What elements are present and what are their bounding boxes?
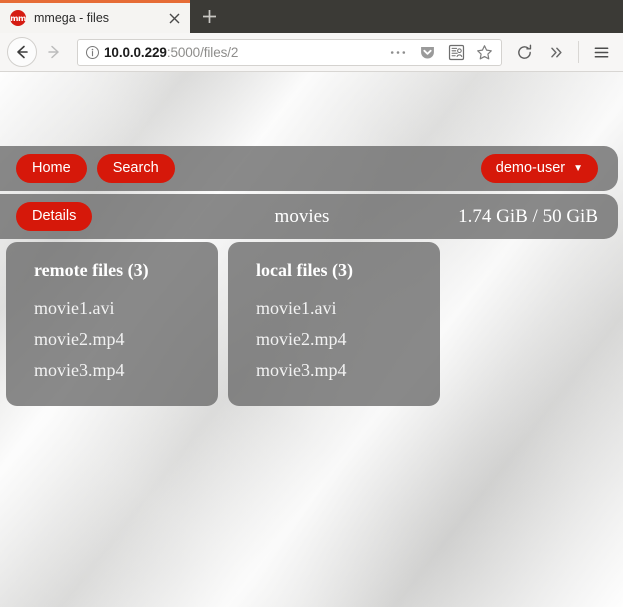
- star-icon[interactable]: [473, 44, 497, 61]
- local-files-card: local files (3) movie1.avi movie2.mp4 mo…: [228, 242, 440, 406]
- file-cards-row: remote files (3) movie1.avi movie2.mp4 m…: [6, 242, 440, 406]
- user-menu-label: demo-user: [495, 160, 566, 176]
- details-button[interactable]: Details: [16, 202, 93, 231]
- storage-quota-label: 1.74 GiB / 50 GiB: [458, 205, 598, 227]
- tab-title: mmega - files: [34, 11, 110, 25]
- plus-icon[interactable]: [190, 0, 228, 33]
- info-circle-icon[interactable]: [85, 45, 100, 60]
- list-item[interactable]: movie2.mp4: [256, 324, 440, 355]
- forward-arrow-icon: [39, 37, 69, 67]
- double-chevron-right-icon[interactable]: [541, 37, 571, 67]
- search-button[interactable]: Search: [96, 154, 175, 183]
- ellipsis-icon[interactable]: [385, 50, 411, 55]
- pocket-shield-icon[interactable]: [415, 44, 440, 61]
- reload-icon[interactable]: [509, 37, 539, 67]
- home-button[interactable]: Home: [16, 154, 87, 183]
- mmega-logo-icon: mm: [10, 10, 26, 26]
- remote-files-card: remote files (3) movie1.avi movie2.mp4 m…: [6, 242, 218, 406]
- chevron-down-icon: ▼: [573, 162, 583, 174]
- navigation-toolbar: 10.0.0.229:5000/files/2: [0, 33, 623, 72]
- card-heading: local files (3): [256, 260, 353, 280]
- list-item[interactable]: movie1.avi: [256, 293, 440, 324]
- close-icon[interactable]: [164, 8, 184, 28]
- app-top-navbar: Home Search demo-user ▼: [0, 146, 618, 191]
- hamburger-menu-icon[interactable]: [586, 37, 616, 67]
- back-arrow-icon[interactable]: [7, 37, 37, 67]
- browser-tab[interactable]: mm mmega - files: [0, 0, 190, 33]
- card-heading: remote files (3): [34, 260, 149, 280]
- reader-mode-icon[interactable]: [444, 44, 469, 61]
- toolbar-divider: [578, 41, 579, 63]
- tab-strip: mm mmega - files: [0, 0, 623, 33]
- list-item[interactable]: movie3.mp4: [34, 355, 218, 386]
- user-menu-button[interactable]: demo-user ▼: [480, 154, 598, 183]
- list-item[interactable]: movie2.mp4: [34, 324, 218, 355]
- app-path-navbar: Details movies 1.74 GiB / 50 GiB: [0, 194, 618, 239]
- url-bar[interactable]: 10.0.0.229:5000/files/2: [77, 38, 502, 66]
- list-item[interactable]: movie1.avi: [34, 293, 218, 324]
- browser-chrome: mm mmega - files 10.0.0.229:5000/files/2: [0, 0, 623, 72]
- list-item[interactable]: movie3.mp4: [256, 355, 440, 386]
- url-text: 10.0.0.229:5000/files/2: [104, 44, 239, 60]
- page-content: Home Search demo-user ▼ Details movies 1…: [0, 72, 623, 607]
